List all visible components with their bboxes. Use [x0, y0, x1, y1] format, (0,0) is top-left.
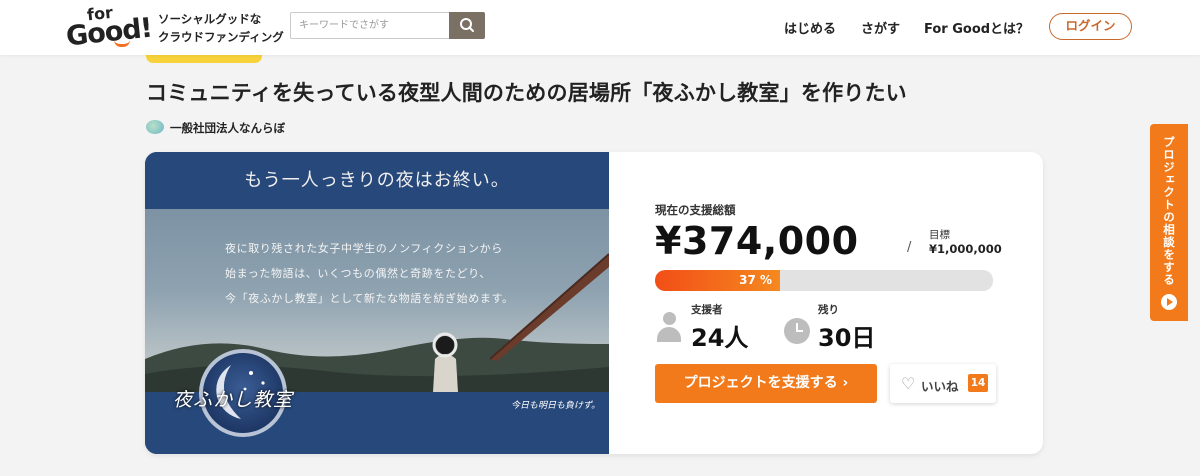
project-hero-image: もう一人っきりの夜はお終い。 夜に取り残された女子中学生のノンフィクションから …	[145, 152, 609, 454]
clock-hand-minute	[796, 330, 803, 332]
search-form	[290, 12, 485, 39]
organizer-avatar	[146, 120, 164, 134]
tagline-line-2: クラウドファンディング	[158, 30, 284, 44]
goal-amount: ¥1,000,000	[929, 242, 1002, 256]
site-header: for Good! ソーシャルグッドな クラウドファンディング はじめる さがす…	[0, 0, 1200, 55]
support-project-button[interactable]: プロジェクトを支援する ›	[655, 364, 877, 403]
hero-headline: もう一人っきりの夜はお終い。	[244, 170, 510, 191]
person-icon	[657, 312, 681, 342]
search-icon	[460, 18, 474, 32]
like-button[interactable]: ♡ いいね 14	[890, 364, 996, 403]
site-tagline: ソーシャルグッドな クラウドファンディング	[158, 10, 284, 46]
consult-tab-label: プロジェクトの相談をする	[1162, 136, 1176, 286]
consult-side-tab[interactable]: プロジェクトの相談をする	[1150, 124, 1188, 321]
tagline-line-1: ソーシャルグッドな	[158, 12, 262, 26]
progress-bar: 37 %	[655, 270, 993, 291]
nav-search[interactable]: さがす	[861, 18, 900, 37]
progress-percent: 37 %	[739, 273, 773, 287]
logo-text-good: Good!	[64, 12, 154, 53]
search-button[interactable]	[449, 12, 485, 39]
forgood-logo[interactable]: for Good!	[65, 3, 154, 53]
play-circle-icon	[1161, 294, 1177, 310]
login-button[interactable]: ログイン	[1049, 13, 1132, 40]
hero-body-line: 今「夜ふかし教室」として新たな物語を紡ぎ始めます。	[225, 292, 514, 305]
heart-icon: ♡	[901, 374, 916, 393]
person-icon-head	[663, 312, 676, 325]
project-card: もう一人っきりの夜はお終い。 夜に取り残された女子中学生のノンフィクションから …	[145, 152, 1043, 454]
goal-label: 目標	[929, 229, 950, 241]
nav-start[interactable]: はじめる	[784, 18, 836, 37]
search-input[interactable]	[290, 12, 449, 39]
total-amount: ¥374,000	[655, 219, 859, 263]
total-label: 現在の支援総額	[655, 203, 736, 217]
remaining-value: 30日	[818, 324, 876, 352]
hero-body-text: 夜に取り残された女子中学生のノンフィクションから 始まった物語は、いくつもの偶然…	[225, 236, 514, 311]
remaining-label: 残り	[818, 304, 839, 316]
project-title: コミュニティを失っている夜型人間のための居場所「夜ふかし教室」を作りたい	[146, 81, 907, 105]
like-count-badge: 14	[968, 374, 988, 392]
supporters-value: 24人	[691, 324, 749, 352]
person-icon-body	[657, 327, 681, 342]
hero-body-line: 夜に取り残された女子中学生のノンフィクションから	[225, 242, 503, 255]
emblem-text: 夜ふかし教室	[173, 389, 294, 411]
goal-separator: /	[907, 240, 912, 255]
hero-signature: 今日も明日も負けず。	[511, 401, 601, 411]
hero-body-line: 始まった物語は、いくつもの偶然と奇跡をたどり、	[225, 267, 491, 280]
like-label: いいね	[921, 379, 959, 394]
clock-icon	[784, 318, 810, 344]
organizer-name[interactable]: 一般社団法人なんらぼ	[170, 120, 285, 136]
funding-stats: 現在の支援総額 ¥374,000 / 目標 ¥1,000,000 37 % 支援…	[609, 152, 1043, 454]
supporters-label: 支援者	[691, 304, 723, 316]
nav-about[interactable]: For Goodとは？	[924, 18, 1029, 37]
